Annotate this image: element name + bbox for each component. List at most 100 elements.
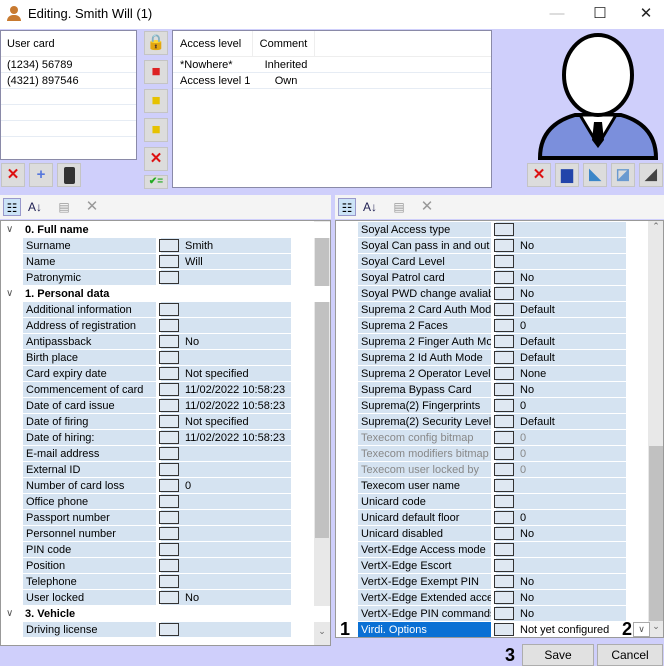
property-row[interactable]: Unicard code <box>336 494 663 510</box>
property-value[interactable]: No <box>496 526 626 541</box>
property-value[interactable] <box>496 478 626 493</box>
property-pages-button[interactable]: ▤ <box>390 198 408 216</box>
property-checkbox[interactable] <box>494 543 514 556</box>
property-value[interactable]: No <box>496 606 626 621</box>
property-value[interactable] <box>161 494 291 509</box>
save-button[interactable]: Save <box>522 644 594 666</box>
property-value[interactable]: 11/02/2022 10:58:23 <box>161 382 291 397</box>
category-row[interactable]: ∨ 3. Vehicle <box>1 606 330 622</box>
property-value[interactable]: Default <box>496 302 626 317</box>
delete-card-button[interactable]: ✕ <box>1 163 25 187</box>
property-checkbox[interactable] <box>159 463 179 476</box>
property-value[interactable] <box>496 542 626 557</box>
property-value[interactable]: Default <box>496 350 626 365</box>
property-checkbox[interactable] <box>494 239 514 252</box>
property-row[interactable]: Date of firing Not specified <box>1 414 330 430</box>
property-row[interactable]: Passport number <box>1 510 330 526</box>
access-level-table[interactable]: Access level Comment *Nowhere* Inherited … <box>172 30 492 188</box>
property-value[interactable]: No <box>496 382 626 397</box>
property-checkbox[interactable] <box>159 383 179 396</box>
property-row[interactable]: Birth place <box>1 350 330 366</box>
property-value[interactable]: No <box>496 238 626 253</box>
property-row[interactable]: Date of card issue 11/02/2022 10:58:23 <box>1 398 330 414</box>
property-row[interactable]: Soyal Access type <box>336 222 663 238</box>
property-checkbox[interactable] <box>494 495 514 508</box>
property-checkbox[interactable] <box>159 335 179 348</box>
property-row[interactable]: Address of registration <box>1 318 330 334</box>
right-property-grid[interactable]: ⌃ ⌄ Soyal Access type Soyal Can pass in a… <box>335 220 664 638</box>
property-pages-button[interactable]: ▤ <box>55 198 73 216</box>
comment-header[interactable]: Comment <box>253 31 315 56</box>
property-value[interactable]: Default <box>496 414 626 429</box>
add-card-button[interactable]: + <box>29 163 53 187</box>
scanner-button[interactable]: ◢ <box>639 163 663 187</box>
close-button[interactable]: ✕ <box>631 4 661 24</box>
property-checkbox[interactable] <box>159 559 179 572</box>
clear-button[interactable]: ✕ <box>83 198 101 216</box>
property-row[interactable]: Surname Smith <box>1 238 330 254</box>
list-item[interactable]: (4321) 897546 <box>1 73 136 89</box>
property-value[interactable] <box>161 446 291 461</box>
property-value[interactable]: No <box>161 334 291 349</box>
check-list-button[interactable]: ✔= <box>144 175 168 189</box>
property-checkbox[interactable] <box>159 319 179 332</box>
property-row[interactable]: Unicard default floor 0 <box>336 510 663 526</box>
property-checkbox[interactable] <box>159 415 179 428</box>
property-value[interactable] <box>161 270 291 285</box>
property-row[interactable]: PIN code <box>1 542 330 558</box>
property-checkbox[interactable] <box>494 575 514 588</box>
property-value[interactable]: 0 <box>496 446 626 461</box>
table-row[interactable]: Access level 1 Own <box>173 73 491 89</box>
property-checkbox[interactable] <box>494 303 514 316</box>
property-checkbox[interactable] <box>159 303 179 316</box>
property-row[interactable]: Suprema(2) Fingerprints 0 <box>336 398 663 414</box>
crop-button[interactable]: ◪ <box>611 163 635 187</box>
remove-lock-button[interactable]: ■ <box>144 118 168 142</box>
property-value[interactable] <box>161 318 291 333</box>
property-row[interactable]: Suprema 2 Id Auth Mode Default <box>336 350 663 366</box>
property-value[interactable] <box>161 350 291 365</box>
property-value[interactable]: Smith <box>161 238 291 253</box>
property-checkbox[interactable] <box>494 511 514 524</box>
property-checkbox[interactable] <box>494 559 514 572</box>
property-checkbox[interactable] <box>159 447 179 460</box>
cancel-button[interactable]: Cancel <box>597 644 663 666</box>
property-row[interactable]: Texecom user name <box>336 478 663 494</box>
property-row[interactable]: Commencement of card 11/02/2022 10:58:23 <box>1 382 330 398</box>
property-checkbox[interactable] <box>494 271 514 284</box>
property-row[interactable]: VertX-Edge Exempt PIN No <box>336 574 663 590</box>
property-value[interactable] <box>161 462 291 477</box>
property-row[interactable]: Unicard disabled No <box>336 526 663 542</box>
property-checkbox[interactable] <box>159 495 179 508</box>
property-checkbox[interactable] <box>494 447 514 460</box>
property-checkbox[interactable] <box>494 399 514 412</box>
property-checkbox[interactable] <box>159 623 179 636</box>
options-dropdown-button[interactable]: ∨ <box>633 622 650 637</box>
delete-photo-button[interactable]: ✕ <box>527 163 551 187</box>
property-value[interactable] <box>161 302 291 317</box>
table-row[interactable]: *Nowhere* Inherited <box>173 57 491 73</box>
property-checkbox[interactable] <box>494 591 514 604</box>
sort-alpha-button[interactable]: A↓ <box>26 198 44 216</box>
property-checkbox[interactable] <box>494 335 514 348</box>
minimize-button[interactable]: — <box>542 4 572 24</box>
property-checkbox[interactable] <box>159 351 179 364</box>
property-row[interactable]: Suprema Bypass Card No <box>336 382 663 398</box>
property-row[interactable]: Soyal Can pass in and out No <box>336 238 663 254</box>
property-value[interactable]: 11/02/2022 10:58:23 <box>161 398 291 413</box>
property-checkbox[interactable] <box>159 431 179 444</box>
property-value[interactable] <box>496 494 626 509</box>
delete-access-button[interactable]: ✕ <box>144 147 168 171</box>
property-value[interactable]: Will <box>161 254 291 269</box>
property-checkbox[interactable] <box>494 415 514 428</box>
property-row[interactable]: Driving license <box>1 622 330 638</box>
chevron-down-icon[interactable]: ∨ <box>6 606 13 622</box>
property-row[interactable]: Personnel number <box>1 526 330 542</box>
chevron-down-icon[interactable]: ∨ <box>6 222 13 238</box>
property-checkbox[interactable] <box>494 607 514 620</box>
property-value[interactable] <box>161 574 291 589</box>
property-checkbox[interactable] <box>494 351 514 364</box>
property-checkbox[interactable] <box>159 543 179 556</box>
property-row[interactable]: Name Will <box>1 254 330 270</box>
user-card-list[interactable]: User card (1234) 56789 (4321) 897546 <box>0 30 137 160</box>
